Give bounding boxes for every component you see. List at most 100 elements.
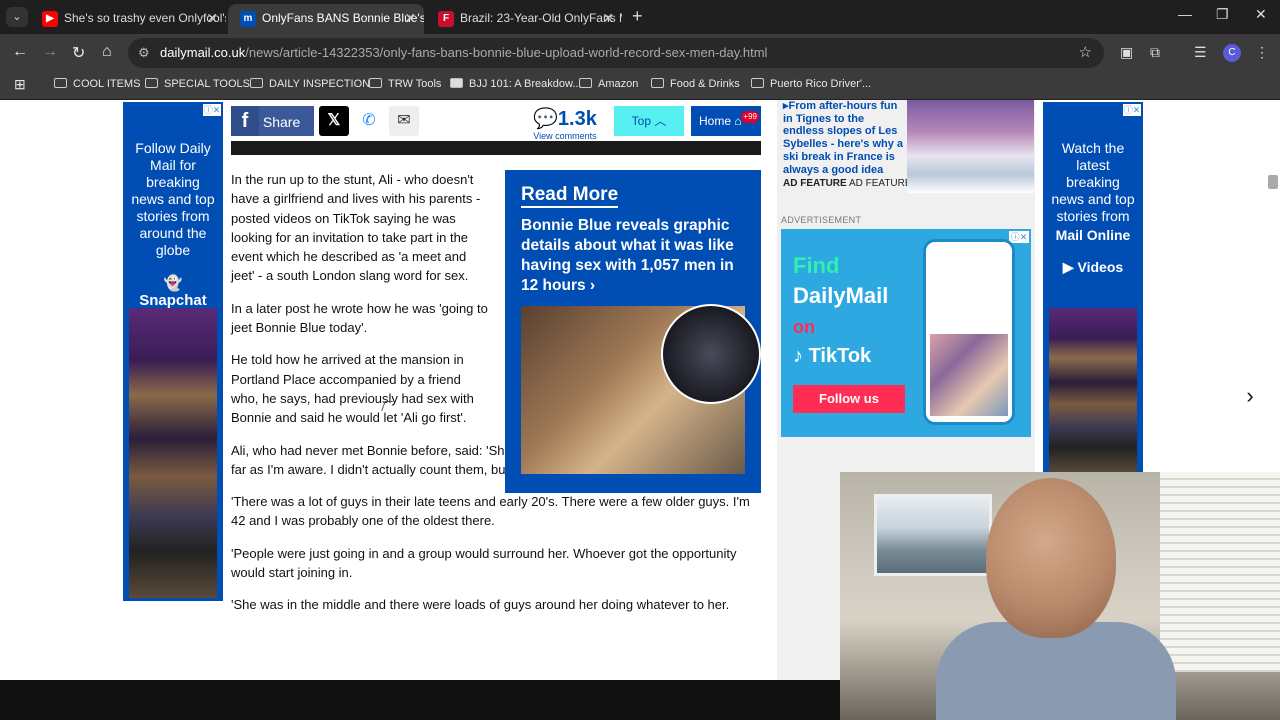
folder-icon: [54, 78, 67, 88]
person-head-image: [986, 478, 1116, 638]
article-paragraph: In a later post he wrote how he was 'goi…: [231, 300, 488, 336]
home-label: Home: [699, 114, 732, 128]
left-skyscraper-ad[interactable]: ⓘ✕ Follow Daily Mail for breaking news a…: [123, 102, 223, 601]
top-button[interactable]: Top ︿: [614, 106, 684, 136]
profile-folder-icon[interactable]: ▣: [1120, 44, 1133, 61]
bookmark-label: DAILY INSPECTION: [269, 78, 371, 90]
left-ad-text: Follow Daily Mail for breaking news and …: [131, 140, 215, 258]
snapchat-label: 👻 Snapchat: [139, 275, 207, 309]
tab-title: OnlyFans BANS Bonnie Blue's 1: [262, 11, 424, 25]
bookmark-cool-items[interactable]: COOL ITEMS: [54, 78, 140, 90]
bookmark-daily-inspection[interactable]: DAILY INSPECTION: [250, 78, 370, 90]
folder-icon: [651, 78, 664, 88]
bookmark-special-tools[interactable]: SPECIAL TOOLS: [145, 78, 250, 90]
x-share-icon[interactable]: 𝕏: [319, 106, 349, 136]
comments-count-value: 1.3k: [557, 108, 597, 130]
youtube-icon: ▶: [42, 11, 58, 27]
site-info-icon[interactable]: ⚙: [138, 38, 150, 68]
tab-title: Brazil: 23-Year-Old OnlyFans M: [460, 11, 622, 25]
ad-choices-icon[interactable]: ⓘ✕: [203, 104, 221, 116]
notification-badge: +99: [741, 111, 759, 123]
bookmark-label: Amazon: [598, 78, 639, 90]
maximize-icon[interactable]: ❐: [1216, 6, 1229, 23]
bookmark-label: COOL ITEMS: [73, 78, 141, 90]
bookmark-label: Puerto Rico Driver'...: [770, 78, 872, 90]
right-skyscraper-ad[interactable]: ⓘ✕ Watch the latest breaking news and to…: [1043, 102, 1143, 474]
phone-video-grid: [930, 334, 1008, 416]
bookmark-trw-tools[interactable]: TRW Tools: [369, 78, 441, 90]
home-icon[interactable]: ⌂: [102, 43, 112, 61]
bookmark-label: TRW Tools: [388, 78, 442, 90]
article-paragraph: 'There was a lot of guys in their late t…: [231, 494, 750, 529]
read-more-box[interactable]: Read More Bonnie Blue reveals graphic de…: [505, 170, 761, 493]
address-bar[interactable]: ⚙ dailymail.co.uk/news/article-14322353/…: [128, 38, 1104, 68]
bottom-black-strip: [0, 680, 840, 720]
close-tab-icon[interactable]: ✕: [206, 4, 218, 32]
close-tab-icon[interactable]: ✕: [404, 4, 416, 32]
apps-grid-icon[interactable]: ⊞: [14, 76, 26, 93]
ad-feature-link[interactable]: ▸From after-hours fun in Tignes to the e…: [783, 100, 905, 176]
tab-search-dropdown[interactable]: ⌄: [6, 7, 28, 27]
tab-3[interactable]: F Brazil: 23-Year-Old OnlyFans M ✕: [426, 4, 622, 34]
facebook-share-button[interactable]: f Share: [231, 106, 314, 136]
forward-icon[interactable]: →: [42, 43, 58, 61]
top-label: Top: [631, 114, 651, 128]
article-paragraph: In the run up to the stunt, Ali - who do…: [231, 172, 481, 284]
bookmark-puerto-rico[interactable]: Puerto Rico Driver'...: [751, 78, 871, 90]
wall-painting-image: [874, 494, 992, 576]
tab-2-active[interactable]: m OnlyFans BANS Bonnie Blue's 1 ✕: [228, 4, 424, 34]
back-icon[interactable]: ←: [12, 43, 28, 61]
folder-icon: [579, 78, 592, 88]
phone-mockup-image: [923, 239, 1015, 425]
extensions-icon[interactable]: ⧉: [1150, 44, 1160, 61]
tab-title: She's so trashy even Onlyfool's: [64, 11, 226, 25]
close-tab-icon[interactable]: ✕: [602, 4, 614, 32]
read-more-link[interactable]: Bonnie Blue reveals graphic details abou…: [521, 216, 745, 296]
tiktok-ad[interactable]: ⓘ✕ Find DailyMail on ♪ TikTok Follow us: [781, 229, 1031, 437]
ad-feature-label-1: AD FEATURE: [783, 178, 847, 189]
home-button[interactable]: Home ⌂ +99: [691, 106, 761, 136]
messenger-share-icon[interactable]: ✆: [354, 106, 384, 136]
read-more-inset-image: [661, 304, 761, 404]
close-window-icon[interactable]: ✕: [1255, 6, 1267, 23]
more-menu-icon[interactable]: ⋮: [1255, 44, 1269, 61]
chevron-right-icon[interactable]: ›: [1234, 380, 1266, 412]
videos-label: ▶ Videos: [1062, 259, 1124, 275]
view-comments-link[interactable]: View comments: [533, 131, 597, 141]
new-tab-icon[interactable]: +: [632, 6, 643, 27]
article-paragraph: 'People were just going in and a group w…: [231, 545, 737, 581]
scrollbar-thumb[interactable]: [1268, 175, 1278, 189]
read-more-image[interactable]: [521, 304, 761, 474]
comments-counter[interactable]: 💬1.3k View comments: [533, 106, 597, 141]
profile-avatar[interactable]: C: [1223, 44, 1241, 62]
window-blinds-image: [1160, 472, 1280, 672]
ad-choices-icon[interactable]: ⓘ✕: [1009, 231, 1029, 243]
ad-find-text: Find: [793, 253, 840, 278]
ad-feature-label: AD FEATURE AD FEATURE: [783, 178, 912, 190]
ad-feature-text: From after-hours fun in Tignes to the en…: [783, 100, 904, 176]
follow-us-button[interactable]: Follow us: [793, 385, 905, 413]
folder-icon: [751, 78, 764, 88]
ad-photo-strip: [1049, 308, 1137, 474]
email-share-icon[interactable]: ✉: [389, 106, 419, 136]
bookmark-amazon[interactable]: Amazon: [579, 78, 638, 90]
dailymail-icon: m: [240, 11, 256, 27]
bookmarks-bar: ⊞ COOL ITEMS SPECIAL TOOLS DAILY INSPECT…: [0, 72, 1280, 100]
ad-feature-image[interactable]: [907, 100, 1034, 193]
bookmark-star-icon[interactable]: ☆: [1079, 38, 1092, 68]
snapchat-text: Snapchat: [139, 292, 207, 309]
bookmark-bjj-101[interactable]: BJJ 101: A Breakdow...: [450, 78, 582, 90]
f-icon: F: [438, 11, 454, 27]
mailonline-brand: Mail Online: [1055, 227, 1131, 243]
bookmark-food-drinks[interactable]: Food & Drinks: [651, 78, 740, 90]
ad-choices-icon[interactable]: ⓘ✕: [1123, 104, 1141, 116]
reload-icon[interactable]: ↻: [72, 43, 85, 63]
webcam-overlay: [840, 472, 1280, 720]
comments-count: 💬1.3k: [533, 108, 597, 130]
minimize-icon[interactable]: —: [1178, 6, 1192, 22]
videos-text: Videos: [1077, 259, 1124, 275]
media-controls-icon[interactable]: ☰: [1194, 44, 1207, 61]
tab-bar: ⌄ ▶ She's so trashy even Onlyfool's ✕ m …: [0, 0, 1280, 34]
tab-1[interactable]: ▶ She's so trashy even Onlyfool's ✕: [30, 4, 226, 34]
video-player-controls[interactable]: [231, 141, 761, 155]
